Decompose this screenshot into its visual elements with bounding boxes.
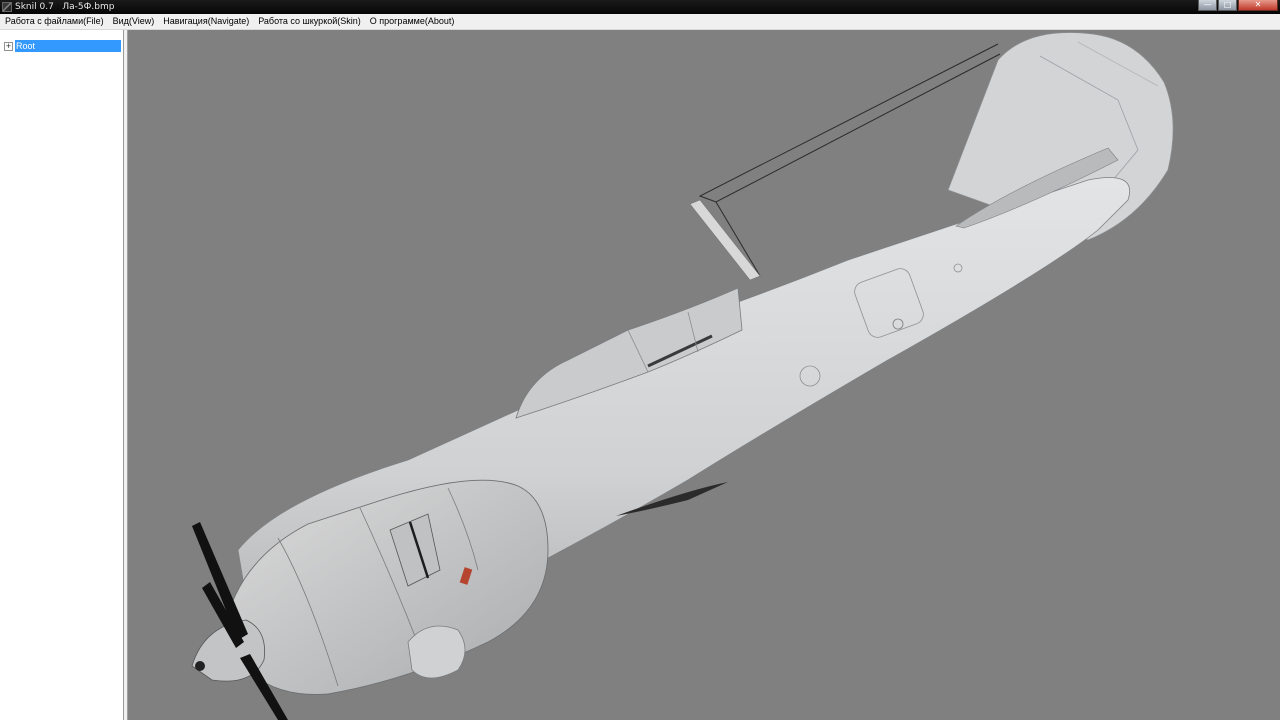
tree-item-label[interactable]: Root [15,40,121,52]
window-controls: — □ ✕ [1198,0,1278,12]
menu-view[interactable]: Вид(View) [108,14,159,29]
app-icon [2,2,12,12]
menu-navigate[interactable]: Навигация(Navigate) [158,14,253,29]
window-title: Sknil 0.7 Ла-5Ф.bmp [15,2,115,12]
tree-item-root[interactable]: + Root [4,40,122,52]
tree-pane[interactable]: + Root [0,30,124,720]
menu-skin[interactable]: Работа со шкуркой(Skin) [253,14,365,29]
menu-bar: Работа с файлами(File) Вид(View) Навигац… [0,14,1280,30]
menu-file[interactable]: Работа с файлами(File) [0,14,108,29]
maximize-button[interactable]: □ [1218,0,1237,11]
aircraft-model-icon [191,32,1174,720]
title-bar[interactable]: Sknil 0.7 Ла-5Ф.bmp — □ ✕ [0,0,1280,14]
minimize-button[interactable]: — [1198,0,1217,11]
3d-viewport[interactable] [128,30,1280,720]
close-button[interactable]: ✕ [1238,0,1278,11]
menu-about[interactable]: О программе(About) [365,14,459,29]
expand-icon[interactable]: + [4,42,13,51]
